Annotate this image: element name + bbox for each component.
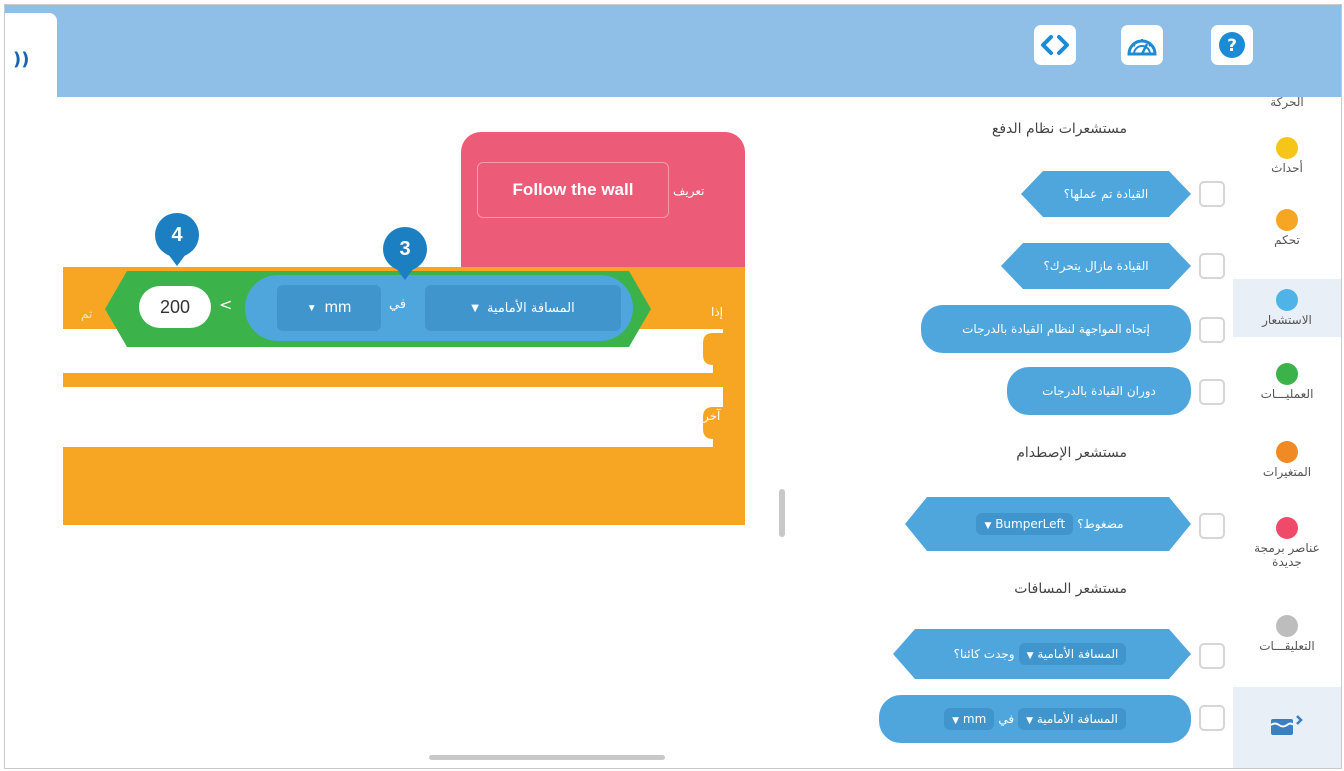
in-label: في — [389, 297, 407, 312]
section-title-distance: مستشعر المسافات — [1014, 581, 1127, 597]
code-icon — [1041, 35, 1069, 55]
category-motion[interactable]: الحركة — [1233, 93, 1341, 109]
checkbox-distance-value[interactable] — [1199, 705, 1225, 731]
block-distance-found[interactable]: المسافة الأمامية ▼ وجدت كائنا؟ — [893, 629, 1191, 679]
app-window: )) ? Follow the wall تعريف إذا ثم آخر 20… — [4, 4, 1342, 769]
sound-icon: )) — [13, 49, 30, 70]
svg-text:?: ? — [1227, 36, 1237, 56]
callout-badge-4: 4 — [155, 213, 199, 257]
dashboard-icon — [1127, 39, 1157, 56]
events-dot-icon — [1276, 137, 1298, 159]
section-title-bumper: مستشعر الإصطدام — [1016, 445, 1127, 461]
block-drive-heading[interactable]: إتجاه المواجهة لنظام القيادة بالدرجات — [921, 305, 1191, 353]
category-sidebar: الحركة أحداث تحكم الاستشعار العمليـــات … — [1233, 95, 1341, 768]
category-comments[interactable]: التعليقـــات — [1233, 615, 1341, 653]
checkbox-drive-done[interactable] — [1199, 181, 1225, 207]
callout-badge-3: 3 — [383, 227, 427, 271]
checkbox-drive-moving[interactable] — [1199, 253, 1225, 279]
if-label: إذا — [711, 305, 724, 319]
checkbox-drive-rotation[interactable] — [1199, 379, 1225, 405]
category-operators[interactable]: العمليـــات — [1233, 363, 1341, 401]
operators-dot-icon — [1276, 363, 1298, 385]
block-distance-value[interactable]: المسافة الأمامية ▼ في ▼ mm — [879, 695, 1191, 743]
chevron-down-icon: ▼ — [306, 302, 317, 314]
unit-value: mm — [324, 299, 352, 316]
category-my-blocks[interactable]: عناصر برمجة جديدة — [1233, 517, 1341, 569]
distance-sensor-dropdown-1[interactable]: المسافة الأمامية ▼ — [1019, 643, 1127, 665]
extensions-icon — [1270, 715, 1303, 735]
block-bumper-pressed[interactable]: مضغوط؟ ▼ BumperLeft — [905, 497, 1191, 551]
variables-dot-icon — [1276, 441, 1298, 463]
sensor-dropdown[interactable]: ▼ المسافة الأمامية — [425, 285, 621, 331]
block-palette: مستشعرات نظام الدفع القيادة تم عملها؟ ال… — [785, 97, 1241, 768]
chevron-down-icon: ▼ — [952, 716, 960, 726]
workspace-canvas[interactable]: Follow the wall تعريف إذا ثم آخر 200 < ▼… — [5, 97, 785, 768]
block-drive-moving[interactable]: القيادة مازال يتحرك؟ — [1001, 243, 1191, 289]
chevron-down-icon: ▼ — [471, 302, 479, 314]
category-sensing[interactable]: الاستشعار — [1233, 279, 1341, 337]
distance-sensor-dropdown-2[interactable]: المسافة الأمامية ▼ — [1018, 708, 1126, 730]
block-drive-rotation[interactable]: دوران القيادة بالدرجات — [1007, 367, 1191, 415]
define-name-field[interactable]: Follow the wall — [477, 162, 669, 218]
block-drive-done[interactable]: القيادة تم عملها؟ — [1021, 171, 1191, 217]
section-title-drivetrain: مستشعرات نظام الدفع — [991, 121, 1127, 137]
control-dot-icon — [1276, 209, 1298, 231]
distance-unit-dropdown[interactable]: ▼ mm — [944, 708, 995, 730]
top-toolbar: )) ? — [5, 5, 1341, 103]
category-variables[interactable]: المتغيرات — [1233, 441, 1341, 479]
canvas-horizontal-scrollbar[interactable] — [429, 755, 665, 760]
chevron-down-icon: ▼ — [1026, 651, 1034, 661]
dashboard-button[interactable] — [1121, 25, 1163, 65]
else-label: آخر — [703, 409, 721, 423]
callout-badge-4-pointer — [168, 254, 186, 266]
checkbox-bumper[interactable] — [1199, 513, 1225, 539]
define-block[interactable]: Follow the wall تعريف — [461, 132, 745, 282]
code-view-button[interactable] — [1034, 25, 1076, 65]
bumper-dropdown[interactable]: ▼ BumperLeft — [976, 513, 1073, 535]
checkbox-drive-heading[interactable] — [1199, 317, 1225, 343]
sensor-value: المسافة الأمامية — [486, 300, 575, 316]
extensions-button[interactable] — [1233, 687, 1341, 768]
then-label: ثم — [81, 307, 93, 321]
category-control[interactable]: تحكم — [1233, 209, 1341, 247]
checkbox-distance-found[interactable] — [1199, 643, 1225, 669]
help-button[interactable]: ? — [1211, 25, 1253, 65]
compare-operator[interactable]: < — [219, 295, 232, 314]
callout-badge-3-pointer — [396, 268, 414, 280]
device-tab[interactable]: )) — [5, 13, 57, 103]
chevron-down-icon: ▼ — [984, 521, 992, 531]
chevron-down-icon: ▼ — [1026, 716, 1033, 726]
category-events[interactable]: أحداث — [1233, 137, 1341, 175]
sensing-dot-icon — [1276, 289, 1298, 311]
define-label: تعريف — [673, 184, 705, 198]
unit-dropdown[interactable]: ▼ mm — [277, 285, 381, 331]
compare-value[interactable]: 200 — [139, 286, 211, 328]
my-blocks-dot-icon — [1276, 517, 1298, 539]
help-icon: ? — [1219, 32, 1245, 58]
comments-dot-icon — [1276, 615, 1298, 637]
